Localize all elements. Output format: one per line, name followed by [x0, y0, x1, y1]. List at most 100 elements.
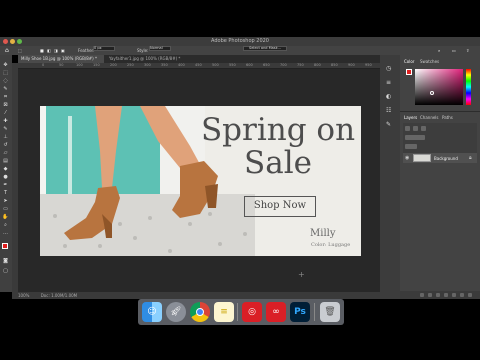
crosshair-cursor-icon: +: [298, 270, 305, 279]
intersect-selection-icon[interactable]: ▣: [61, 46, 65, 55]
select-and-mask-button[interactable]: Select and Mask...: [243, 46, 287, 51]
frame-tool-icon[interactable]: ⊠: [2, 103, 9, 108]
dock-divider: [237, 303, 238, 321]
lock-options[interactable]: [405, 144, 417, 149]
group-icon[interactable]: [452, 293, 456, 297]
panel-divider: [400, 111, 480, 112]
style-select[interactable]: Normal: [149, 46, 171, 51]
path-select-tool-icon[interactable]: ➤: [2, 199, 9, 204]
pen-tool-icon[interactable]: ✒: [2, 183, 9, 188]
filter-pixel-icon[interactable]: [413, 126, 418, 131]
layer-options: [403, 123, 477, 153]
ruler-tick-label: 850: [331, 63, 338, 67]
more-tools-icon[interactable]: …: [2, 231, 9, 236]
blur-tool-icon[interactable]: ◆: [2, 167, 9, 172]
search-icon[interactable]: ⌕: [438, 46, 440, 55]
status-bar: 100% Doc: 1.00M/1.00M: [12, 292, 380, 299]
link-layers-icon[interactable]: [420, 293, 424, 297]
hand-tool-icon[interactable]: ✋: [2, 215, 9, 220]
adjustments-icon[interactable]: ◐: [386, 93, 391, 100]
ruler-tick-label: 100: [76, 63, 83, 67]
subtract-selection-icon[interactable]: ◨: [54, 46, 58, 55]
layer-row[interactable]: ◉ Background 🔒︎: [403, 153, 477, 163]
doc-tab-active[interactable]: Milly Shoe 1B.jpg @ 100% (RGB/8#) *: [18, 55, 104, 63]
brush-tool-icon[interactable]: ✎: [2, 127, 9, 132]
notes-icon[interactable]: ≡: [214, 302, 234, 322]
share-icon[interactable]: ⇪: [466, 46, 469, 55]
color-picker-field[interactable]: [415, 69, 463, 105]
shop-now-button[interactable]: Shop Now: [244, 196, 316, 217]
add-selection-icon[interactable]: ◧: [47, 46, 51, 55]
adjustment-layer-icon[interactable]: [444, 293, 448, 297]
lasso-tool-icon[interactable]: ◌: [2, 79, 9, 84]
ruler-tick-label: 400: [178, 63, 185, 67]
creative-cloud-icon[interactable]: ∞: [266, 302, 286, 322]
doc-tab[interactable]: Yayfaither1.jpg @ 100% (RGB/8#) *: [106, 55, 186, 63]
close-window-button[interactable]: [3, 39, 8, 44]
eyedropper-tool-icon[interactable]: ⁄: [2, 111, 9, 116]
color-picker-handle[interactable]: [430, 91, 434, 95]
screen-mode-icon[interactable]: ▢: [2, 269, 9, 274]
macos-dock: ☺ 🚀︎ ≡ ◎ ∞ Ps 🗑︎: [138, 299, 344, 325]
history-brush-tool-icon[interactable]: ↺: [2, 143, 9, 148]
new-layer-icon[interactable]: [460, 293, 464, 297]
blend-mode-select[interactable]: [405, 135, 425, 140]
marquee-tool-icon[interactable]: ⬚: [2, 71, 9, 76]
panel-foreground-swatch[interactable]: [406, 69, 412, 75]
doc-size: Doc: 1.00M/1.00M: [40, 293, 78, 298]
minimize-window-button[interactable]: [10, 39, 15, 44]
zoom-window-button[interactable]: [17, 39, 22, 44]
delete-layer-icon[interactable]: [468, 293, 472, 297]
move-tool-icon[interactable]: ✥: [2, 63, 9, 68]
tab-swatches[interactable]: Swatches: [420, 59, 439, 64]
type-tool-icon[interactable]: T: [2, 191, 9, 196]
dodge-tool-icon[interactable]: ●: [2, 175, 9, 180]
shape-tool-icon[interactable]: ▭: [2, 207, 9, 212]
foreground-color-swatch[interactable]: [2, 243, 8, 249]
marquee-tool-icon[interactable]: ⬚: [18, 46, 22, 55]
trash-icon[interactable]: 🗑︎: [320, 302, 340, 322]
adobe-icon[interactable]: ◎: [242, 302, 262, 322]
visibility-eye-icon[interactable]: ◉: [405, 155, 409, 161]
finder-icon[interactable]: ☺: [142, 302, 162, 322]
ruler-tick-label: 200: [110, 63, 117, 67]
filter-adjustment-icon[interactable]: [421, 126, 426, 131]
brand-name: Milly: [310, 228, 336, 239]
properties-icon[interactable]: ≡: [386, 79, 391, 86]
clone-stamp-tool-icon[interactable]: ⊥: [2, 135, 9, 140]
app-title: Adobe Photoshop 2020: [211, 38, 269, 44]
tab-layers[interactable]: Layers: [404, 115, 417, 120]
filter-select[interactable]: [405, 126, 410, 131]
quick-select-tool-icon[interactable]: ✎: [2, 87, 9, 92]
history-icon[interactable]: ◷: [386, 65, 391, 72]
tab-channels[interactable]: Channels: [420, 115, 439, 120]
document-canvas[interactable]: Spring on Sale Shop Now Milly Color: Lug…: [40, 106, 361, 256]
healing-tool-icon[interactable]: ✚: [2, 119, 9, 124]
hue-slider[interactable]: [466, 69, 471, 105]
add-mask-icon[interactable]: [436, 293, 440, 297]
app-titlebar: Adobe Photoshop 2020: [0, 37, 480, 46]
tools-panel: ✥ ⬚ ◌ ✎ ⌗ ⊠ ⁄ ✚ ✎ ⊥ ↺ ▱ ▤ ◆ ● ✒ T ➤ ▭ ✋ …: [0, 55, 12, 292]
zoom-tool-icon[interactable]: ⌕: [2, 223, 9, 228]
workspace-icon[interactable]: ▭: [452, 46, 456, 55]
launchpad-icon[interactable]: 🚀︎: [166, 302, 186, 322]
fx-icon[interactable]: [428, 293, 432, 297]
options-bar: ⌂ ⬚ ■ ◧ ◨ ▣ Feather: 0 px Style: Normal …: [0, 46, 480, 55]
ruler-tick-label: 750: [297, 63, 304, 67]
chrome-icon[interactable]: [190, 302, 210, 322]
photoshop-icon[interactable]: Ps: [290, 302, 310, 322]
tab-paths[interactable]: Paths: [442, 115, 453, 120]
new-selection-icon[interactable]: ■: [40, 46, 44, 55]
zoom-level[interactable]: 100%: [18, 293, 29, 298]
quick-mask-icon[interactable]: ◙: [2, 259, 9, 264]
crop-tool-icon[interactable]: ⌗: [2, 95, 9, 100]
libraries-icon[interactable]: ☷: [386, 107, 391, 114]
feather-input[interactable]: 0 px: [93, 46, 115, 51]
tab-color[interactable]: Color: [404, 59, 414, 64]
home-icon[interactable]: ⌂: [5, 46, 9, 55]
ruler-tick-label: 450: [195, 63, 202, 67]
brush-settings-icon[interactable]: ✎: [386, 121, 391, 128]
gradient-tool-icon[interactable]: ▤: [2, 159, 9, 164]
eraser-tool-icon[interactable]: ▱: [2, 151, 9, 156]
feather-label: Feather:: [78, 48, 95, 53]
